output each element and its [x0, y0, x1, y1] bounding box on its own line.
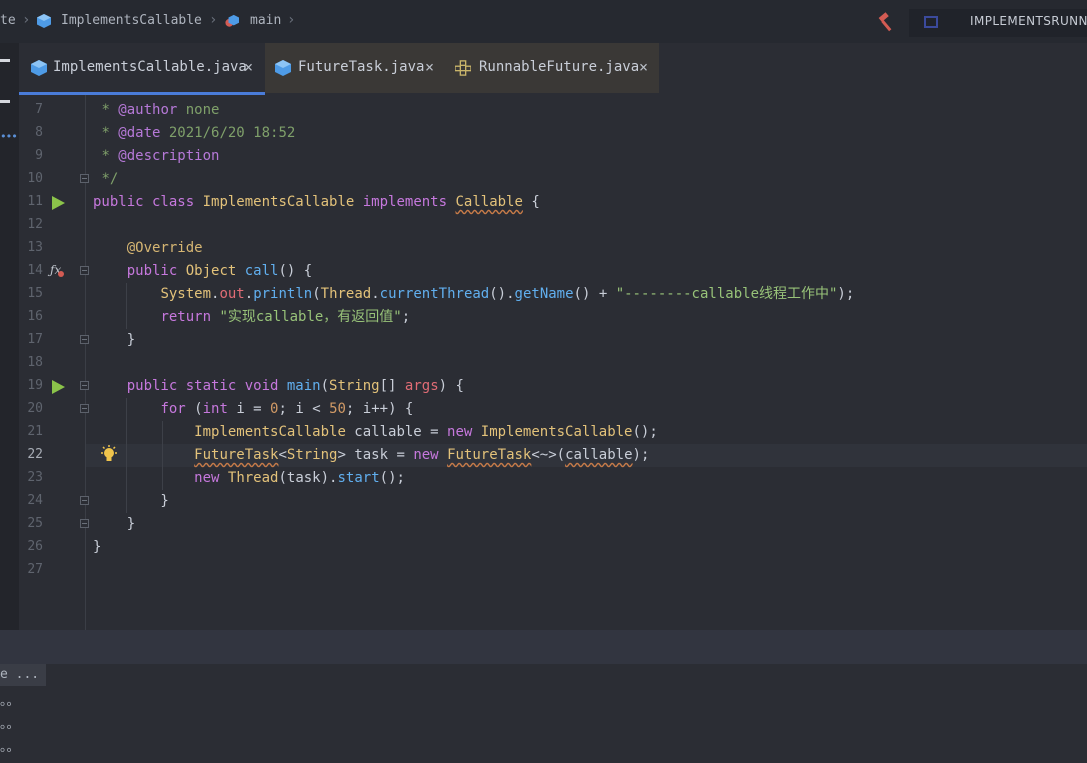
console-output[interactable] [0, 664, 1087, 763]
line-number: 26 [27, 539, 43, 554]
tab-label: ImplementsCallable.java [53, 59, 247, 75]
run-configuration-label[interactable]: IMPLEMENTSRUNNA [970, 14, 1087, 28]
tab-label: FutureTask.java [298, 59, 425, 75]
interface-icon [455, 60, 471, 76]
code-line[interactable]: public static void main(String[] args) { [93, 375, 464, 398]
method-icon [225, 14, 239, 27]
line-number: 7 [35, 102, 43, 117]
line-number: 11 [27, 194, 43, 209]
line-number: 18 [27, 355, 43, 370]
close-icon[interactable]: × [244, 58, 253, 76]
code-line[interactable]: return "实现callable，有返回值"; [93, 306, 410, 329]
code-line[interactable]: new Thread(task).start(); [93, 467, 405, 490]
fold-icon[interactable] [80, 519, 89, 528]
code-line[interactable]: System.out.println(Thread.currentThread(… [93, 283, 854, 306]
code-line[interactable]: @Override [93, 237, 203, 260]
code-line[interactable]: } [93, 536, 101, 559]
code-line[interactable]: for (int i = 0; i < 50; i++) { [93, 398, 413, 421]
line-number: 20 [27, 401, 43, 416]
code-line[interactable]: * @author none [93, 99, 219, 122]
code-line[interactable]: public class ImplementsCallable implemen… [93, 191, 540, 214]
breadcrumb-package[interactable]: te [0, 13, 16, 28]
code-line[interactable]: } [93, 329, 135, 352]
tool-window-header [0, 630, 1087, 664]
build-hammer-icon[interactable] [876, 12, 896, 32]
close-icon[interactable]: × [425, 58, 434, 76]
tab-futuretask[interactable]: FutureTask.java × [265, 43, 445, 93]
line-number: 24 [27, 493, 43, 508]
line-number: 10 [27, 171, 43, 186]
tool-window-marker[interactable] [0, 59, 10, 62]
run-config-icon [924, 16, 938, 28]
line-number: 9 [35, 148, 43, 163]
line-number: 17 [27, 332, 43, 347]
tab-label: RunnableFuture.java [479, 59, 640, 75]
tab-runnablefuture[interactable]: RunnableFuture.java × [445, 43, 659, 93]
run-main-icon[interactable] [52, 380, 65, 394]
line-number: 19 [27, 378, 43, 393]
java-class-icon [31, 60, 47, 76]
line-number: 8 [35, 125, 43, 140]
java-class-icon [37, 14, 51, 28]
code-line[interactable]: } [93, 490, 168, 513]
code-line[interactable]: * @date 2021/6/20 18:52 [93, 122, 295, 145]
override-badge-icon [58, 271, 64, 277]
line-number: 25 [27, 516, 43, 531]
breadcrumb-class[interactable]: ImplementsCallable [61, 13, 202, 28]
chevron-right-icon: › [209, 12, 218, 28]
fold-icon[interactable] [80, 404, 89, 413]
console-line: e ... [0, 667, 40, 682]
line-number: 23 [27, 470, 43, 485]
console-line: 。。 [0, 740, 20, 755]
line-number: 12 [27, 217, 43, 232]
more-icon[interactable]: ••• [0, 130, 18, 143]
code-line[interactable]: } [93, 513, 135, 536]
close-icon[interactable]: × [639, 58, 648, 76]
fold-icon[interactable] [80, 381, 89, 390]
code-line[interactable]: */ [93, 168, 118, 191]
line-number: 27 [27, 562, 43, 577]
fold-icon[interactable] [80, 266, 89, 275]
tool-window-marker[interactable] [0, 100, 10, 103]
fold-icon[interactable] [80, 496, 89, 505]
code-line[interactable]: ImplementsCallable callable = new Implem… [93, 421, 658, 444]
fold-icon[interactable] [80, 335, 89, 344]
line-number: 15 [27, 286, 43, 301]
line-number: 14 [27, 263, 43, 278]
chevron-right-icon: › [287, 12, 296, 28]
line-number: 13 [27, 240, 43, 255]
chevron-right-icon: › [22, 12, 31, 28]
code-line[interactable]: * @description [93, 145, 219, 168]
tab-implementscallable[interactable]: ImplementsCallable.java × [19, 43, 265, 95]
line-number: 16 [27, 309, 43, 324]
code-line[interactable]: public Object call() { [93, 260, 312, 283]
fold-icon[interactable] [80, 174, 89, 183]
code-line[interactable]: FutureTask<String> task = new FutureTask… [93, 444, 649, 467]
line-number: 22 [27, 447, 43, 462]
breadcrumb-method[interactable]: main [250, 13, 281, 28]
console-line: 。。 [0, 694, 20, 709]
run-class-icon[interactable] [52, 196, 65, 210]
console-line: 。。 [0, 717, 20, 732]
line-number: 21 [27, 424, 43, 439]
java-class-icon [275, 60, 291, 76]
